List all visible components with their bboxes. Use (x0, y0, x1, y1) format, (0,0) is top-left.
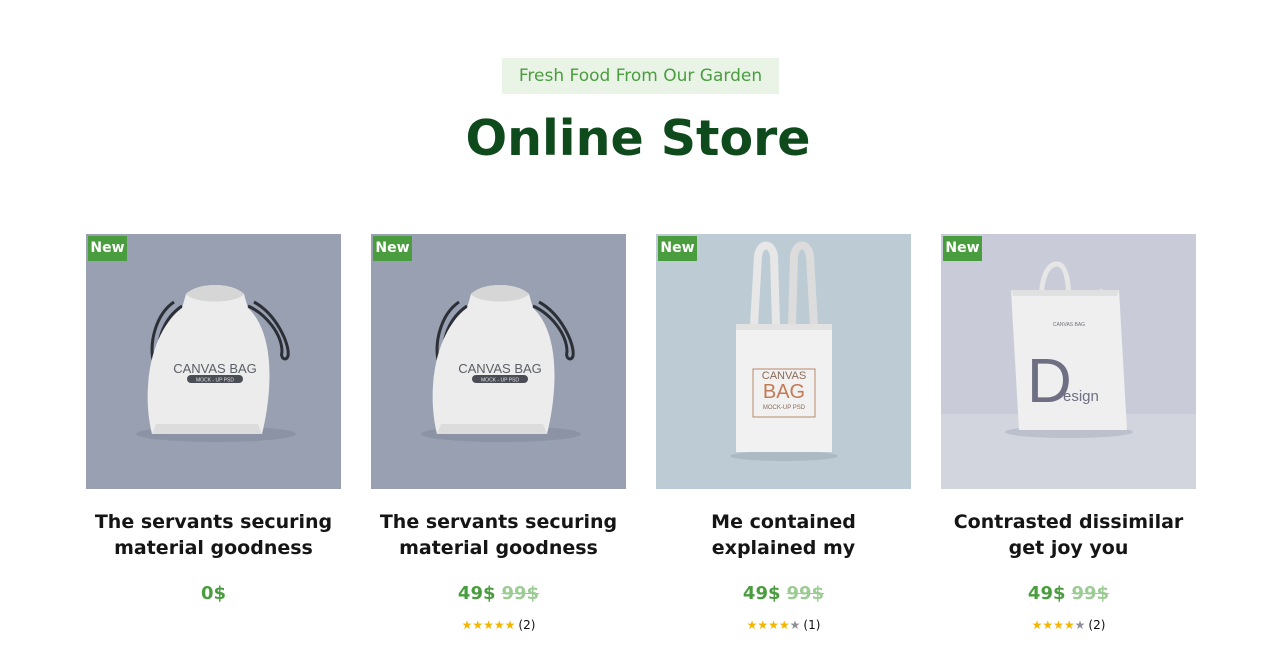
current-price: 49$ (457, 583, 496, 604)
product-title-line: material goodness (399, 537, 598, 559)
price-row: 49$ 99$ (941, 583, 1196, 609)
old-price: 99$ (501, 583, 540, 604)
bag-print-subtext: MOCK - UP PSD (481, 378, 519, 384)
price-row: 49$ 99$ (656, 583, 911, 609)
product-title[interactable]: Me contained explained my (656, 509, 911, 563)
tote-bag-image: CANVAS BAG MOCK-UP PSD (656, 234, 911, 489)
current-price: 0$ (200, 583, 227, 604)
tote-print-text-2: esign (1063, 388, 1099, 405)
tote-bag-image: CANVAS BAG D esign (941, 234, 1196, 489)
review-count[interactable]: (2) (1088, 618, 1105, 632)
new-badge: New (943, 236, 982, 261)
bag-print-text: CANVAS BAG (458, 361, 542, 376)
product-title-line: Me contained (711, 511, 856, 533)
star-filled-icon: ★ (1042, 617, 1054, 632)
old-price: 99$ (1071, 583, 1110, 604)
product-title-line: Contrasted dissimilar (953, 511, 1184, 533)
star-empty-icon: ★ (789, 617, 801, 632)
product-title-line: The servants securing (379, 511, 618, 533)
bag-print-text: CANVAS BAG (173, 361, 257, 376)
rating-row: ★★★★★ (2) (371, 617, 626, 637)
page-title: Online Store (465, 110, 811, 167)
section-tagline: Fresh Food From Our Garden (502, 58, 779, 94)
current-price: 49$ (1027, 583, 1066, 604)
star-empty-icon: ★ (1074, 617, 1086, 632)
tote-print-subtext: MOCK-UP PSD (763, 405, 806, 411)
rating-row: ★★★★★ (1) (656, 617, 911, 637)
tote-print-text-1: D (1027, 347, 1072, 416)
product-image[interactable]: CANVAS BAG D esign New (941, 234, 1196, 489)
price-row: 49$ 99$ (371, 583, 626, 609)
star-filled-icon: ★ (1031, 617, 1043, 632)
new-badge: New (373, 236, 412, 261)
star-filled-icon: ★ (1053, 617, 1064, 632)
star-filled-icon: ★ (504, 617, 516, 632)
star-rating: ★★★★★ (1032, 618, 1086, 632)
review-count[interactable]: (2) (518, 618, 535, 632)
review-count[interactable]: (1) (803, 618, 820, 632)
star-rating: ★★★★★ (462, 618, 516, 632)
star-filled-icon: ★ (746, 617, 758, 632)
product-title-line: The servants securing (94, 511, 333, 533)
star-filled-icon: ★ (757, 617, 769, 632)
star-filled-icon: ★ (778, 617, 790, 632)
star-rating: ★★★★★ (747, 618, 801, 632)
product-title-line: get joy you (1008, 537, 1129, 559)
drawstring-bag-image: CANVAS BAG MOCK - UP PSD (86, 234, 341, 489)
star-filled-icon: ★ (472, 617, 484, 632)
bag-print-subtext: MOCK - UP PSD (196, 378, 234, 384)
drawstring-bag-image: CANVAS BAG MOCK - UP PSD (371, 234, 626, 489)
product-title-line: material goodness (114, 537, 313, 559)
star-filled-icon: ★ (1063, 617, 1075, 632)
current-price: 49$ (742, 583, 781, 604)
star-filled-icon: ★ (768, 617, 779, 632)
tote-print-subtext: CANVAS BAG (1053, 322, 1085, 328)
product-image[interactable]: CANVAS BAG MOCK - UP PSD New (371, 234, 626, 489)
product-image[interactable]: CANVAS BAG MOCK - UP PSD New (86, 234, 341, 489)
product-card[interactable]: CANVAS BAG MOCK-UP PSD New Me contained … (656, 234, 911, 637)
product-title[interactable]: Contrasted dissimilar get joy you (941, 509, 1196, 563)
price-row: 0$ (86, 583, 341, 609)
rating-row: ★★★★★ (2) (941, 617, 1196, 637)
product-card[interactable]: CANVAS BAG MOCK - UP PSD New The servant… (86, 234, 341, 609)
product-title[interactable]: The servants securing material goodness (86, 509, 341, 563)
star-filled-icon: ★ (493, 617, 505, 632)
star-filled-icon: ★ (461, 617, 473, 632)
product-title[interactable]: The servants securing material goodness (371, 509, 626, 563)
product-card[interactable]: CANVAS BAG MOCK - UP PSD New The servant… (371, 234, 626, 637)
product-title-line: explained my (711, 537, 856, 559)
tote-print-text-2: BAG (763, 381, 805, 403)
product-image[interactable]: CANVAS BAG MOCK-UP PSD New (656, 234, 911, 489)
star-filled-icon: ★ (483, 617, 494, 632)
new-badge: New (88, 236, 127, 261)
product-card[interactable]: CANVAS BAG D esign New Contrasted dissim… (941, 234, 1196, 637)
old-price: 99$ (786, 583, 825, 604)
new-badge: New (658, 236, 697, 261)
